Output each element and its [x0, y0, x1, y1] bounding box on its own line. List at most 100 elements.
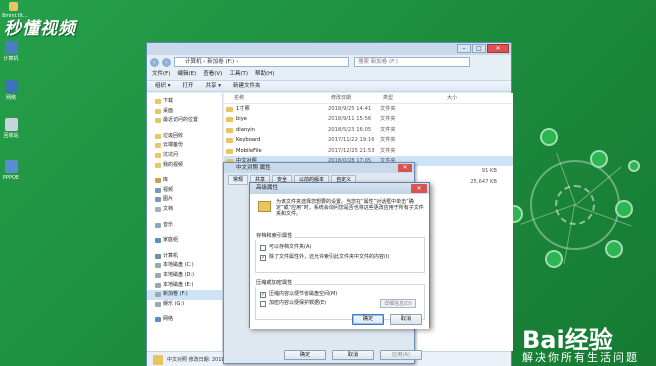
compress-encrypt-group-label: 压缩或加密属性 — [254, 280, 295, 287]
search-input[interactable]: 搜索 新加卷 (F:) — [354, 57, 470, 67]
nav-item[interactable]: 文档 — [147, 205, 222, 215]
table-row[interactable]: dianyin 2018/5/23 16:05 文件夹 — [224, 125, 513, 135]
checkbox-box[interactable]: ✓ — [260, 292, 266, 298]
nav-item[interactable]: 本地磁盘 (D:) — [147, 271, 222, 281]
desktop-icon-label: 回收站 — [3, 133, 19, 139]
drive-icon — [155, 282, 161, 288]
folder-icon — [226, 138, 233, 144]
decor-node — [590, 150, 608, 168]
desktop-icon-label: PPPOE — [2, 175, 20, 181]
compress-checkbox[interactable]: ✓ 压缩内容以便节省磁盘空间(M) — [260, 291, 337, 298]
computer-icon — [155, 253, 161, 259]
drive-icon — [155, 301, 161, 307]
folder-icon — [153, 355, 163, 365]
folder-icon — [226, 127, 233, 133]
nav-item[interactable]: 网络 — [147, 315, 222, 325]
checkbox-box[interactable] — [260, 301, 266, 307]
close-button[interactable]: ✕ — [487, 44, 509, 53]
table-row[interactable]: MobileFile 2017/12/25 21:53 文件夹 — [224, 146, 513, 156]
desktop-network-icon[interactable]: 网络 — [0, 80, 22, 101]
nav-item[interactable]: 娱乐 (G:) — [147, 300, 222, 310]
nav-item[interactable]: 本地磁盘 (C:) — [147, 261, 222, 271]
properties-cancel-button[interactable]: 取消 — [332, 350, 374, 360]
nav-item[interactable]: 图片 — [147, 195, 222, 205]
menu-tools[interactable]: 工具(T) — [229, 70, 248, 79]
nav-item[interactable]: 音乐 — [147, 221, 222, 231]
properties-ok-button[interactable]: 确定 — [284, 350, 326, 360]
folder-icon — [258, 201, 271, 212]
menu-help[interactable]: 帮助(H) — [255, 70, 274, 79]
properties-apply-button[interactable]: 应用(A) — [380, 350, 422, 360]
library-icon — [155, 178, 161, 184]
drive-icon — [155, 263, 161, 269]
nav-item[interactable]: 云端备份 — [147, 141, 222, 151]
details-button[interactable]: 详细信息(D) — [380, 299, 416, 308]
organize-button[interactable]: 组织 ▾ — [155, 81, 171, 91]
nav-item[interactable]: 本地磁盘 (E:) — [147, 281, 222, 291]
tab-general[interactable]: 常规 — [228, 175, 249, 185]
advanced-dialog-title[interactable]: 高级属性 — [250, 183, 429, 194]
desktop-recycle-bin-icon[interactable]: 回收站 — [0, 118, 22, 139]
column-date[interactable]: 修改日期 — [328, 93, 380, 103]
archive-index-group-label: 存档和索引属性 — [254, 233, 295, 240]
nav-item[interactable]: 视频 — [147, 186, 222, 196]
properties-close-button[interactable]: ✕ — [398, 164, 412, 172]
folder-icon — [226, 148, 233, 154]
forward-button[interactable]: › — [162, 57, 171, 67]
nav-item[interactable]: 最近访问的位置 — [147, 116, 222, 126]
column-type[interactable]: 类型 — [380, 93, 444, 103]
baidu-slogan: 解决你所有生活问题 — [522, 351, 639, 364]
checkbox-box[interactable] — [260, 245, 266, 251]
status-text: 中文对照 修改日期: 2018 — [167, 357, 225, 363]
nav-item[interactable]: 我的视频 — [147, 161, 222, 171]
table-row[interactable]: Keyboard 2017/11/22 19:16 文件夹 — [224, 135, 513, 145]
encrypt-checkbox[interactable]: 加密内容以便保护数据(E) — [260, 300, 326, 307]
column-name[interactable]: 名称 — [224, 93, 328, 103]
archive-checkbox[interactable]: 可以存档文件夹(A) — [260, 244, 311, 251]
desktop-file-icon[interactable]: 8mini.tlt... — [2, 2, 28, 19]
folder-icon — [155, 133, 161, 139]
advanced-close-button[interactable]: ✕ — [411, 184, 427, 193]
nav-item-selected[interactable]: 新加卷 (F:) — [147, 290, 222, 300]
table-row[interactable]: biye 2018/9/11 15:56 文件夹 — [224, 114, 513, 124]
nav-item[interactable]: 家庭组 — [147, 236, 222, 246]
download-icon — [155, 99, 161, 104]
menu-file[interactable]: 文件(F) — [152, 70, 170, 79]
properties-dialog-title[interactable]: 中文对照 属性 — [224, 163, 414, 173]
desktop-pppoe-icon[interactable]: PPPOE — [0, 160, 22, 181]
folder-icon — [226, 107, 233, 112]
nav-item[interactable]: 坑坑问 — [147, 151, 222, 161]
decor-node — [628, 160, 640, 172]
network-icon — [155, 317, 161, 323]
menu-edit[interactable]: 编辑(E) — [177, 70, 196, 79]
advanced-ok-button[interactable]: 确定 — [352, 314, 384, 325]
share-button[interactable]: 共享 ▾ — [206, 81, 222, 91]
back-button[interactable]: ‹ — [150, 57, 159, 67]
nav-item[interactable]: 垃圾回收 — [147, 132, 222, 142]
menu-view[interactable]: 查看(V) — [203, 70, 222, 79]
open-button[interactable]: 打开 — [183, 81, 194, 91]
column-size[interactable]: 大小 — [444, 93, 499, 103]
nav-item[interactable]: 计算机 — [147, 252, 222, 262]
maximize-button[interactable]: □ — [472, 44, 486, 53]
command-bar: 组织 ▾ 打开 共享 ▾ 新建文件夹 — [147, 80, 511, 92]
nav-item[interactable]: 库 — [147, 176, 222, 186]
navigation-pane: 下载 桌面 最近访问的位置 垃圾回收 云端备份 坑坑问 我的视频 库 视频 图片… — [147, 93, 223, 351]
nav-item[interactable]: 下载 — [147, 97, 222, 107]
address-bar[interactable]: 计算机 › 新加卷 (F:) › — [174, 57, 349, 67]
index-checkbox[interactable]: ✓ 除了文件属性外，还允许索引此文件夹中文件的内容(I) — [260, 254, 389, 261]
folder-icon — [155, 143, 161, 149]
decor-node — [615, 200, 633, 218]
nav-item[interactable]: 桌面 — [147, 107, 222, 117]
advanced-cancel-button[interactable]: 取消 — [390, 314, 422, 325]
desktop-computer-icon[interactable]: 计算机 — [0, 41, 22, 62]
decor-node — [545, 250, 563, 268]
advanced-description: 为该文件夹选择您想要的设置。当您在“属性”对话框中单击“确定”或“应用”时，系统… — [276, 199, 424, 217]
picture-icon — [155, 197, 161, 203]
advanced-attributes-dialog: 高级属性 ✕ 为该文件夹选择您想要的设置。当您在“属性”对话框中单击“确定”或“… — [249, 182, 430, 329]
table-row[interactable]: 1寸照 2018/9/25 14:41 文件夹 — [224, 104, 513, 114]
checkbox-box[interactable]: ✓ — [260, 255, 266, 261]
minimize-button[interactable]: – — [457, 44, 471, 53]
desktop-icon-label: 网络 — [5, 95, 16, 101]
new-folder-button[interactable]: 新建文件夹 — [233, 81, 261, 91]
